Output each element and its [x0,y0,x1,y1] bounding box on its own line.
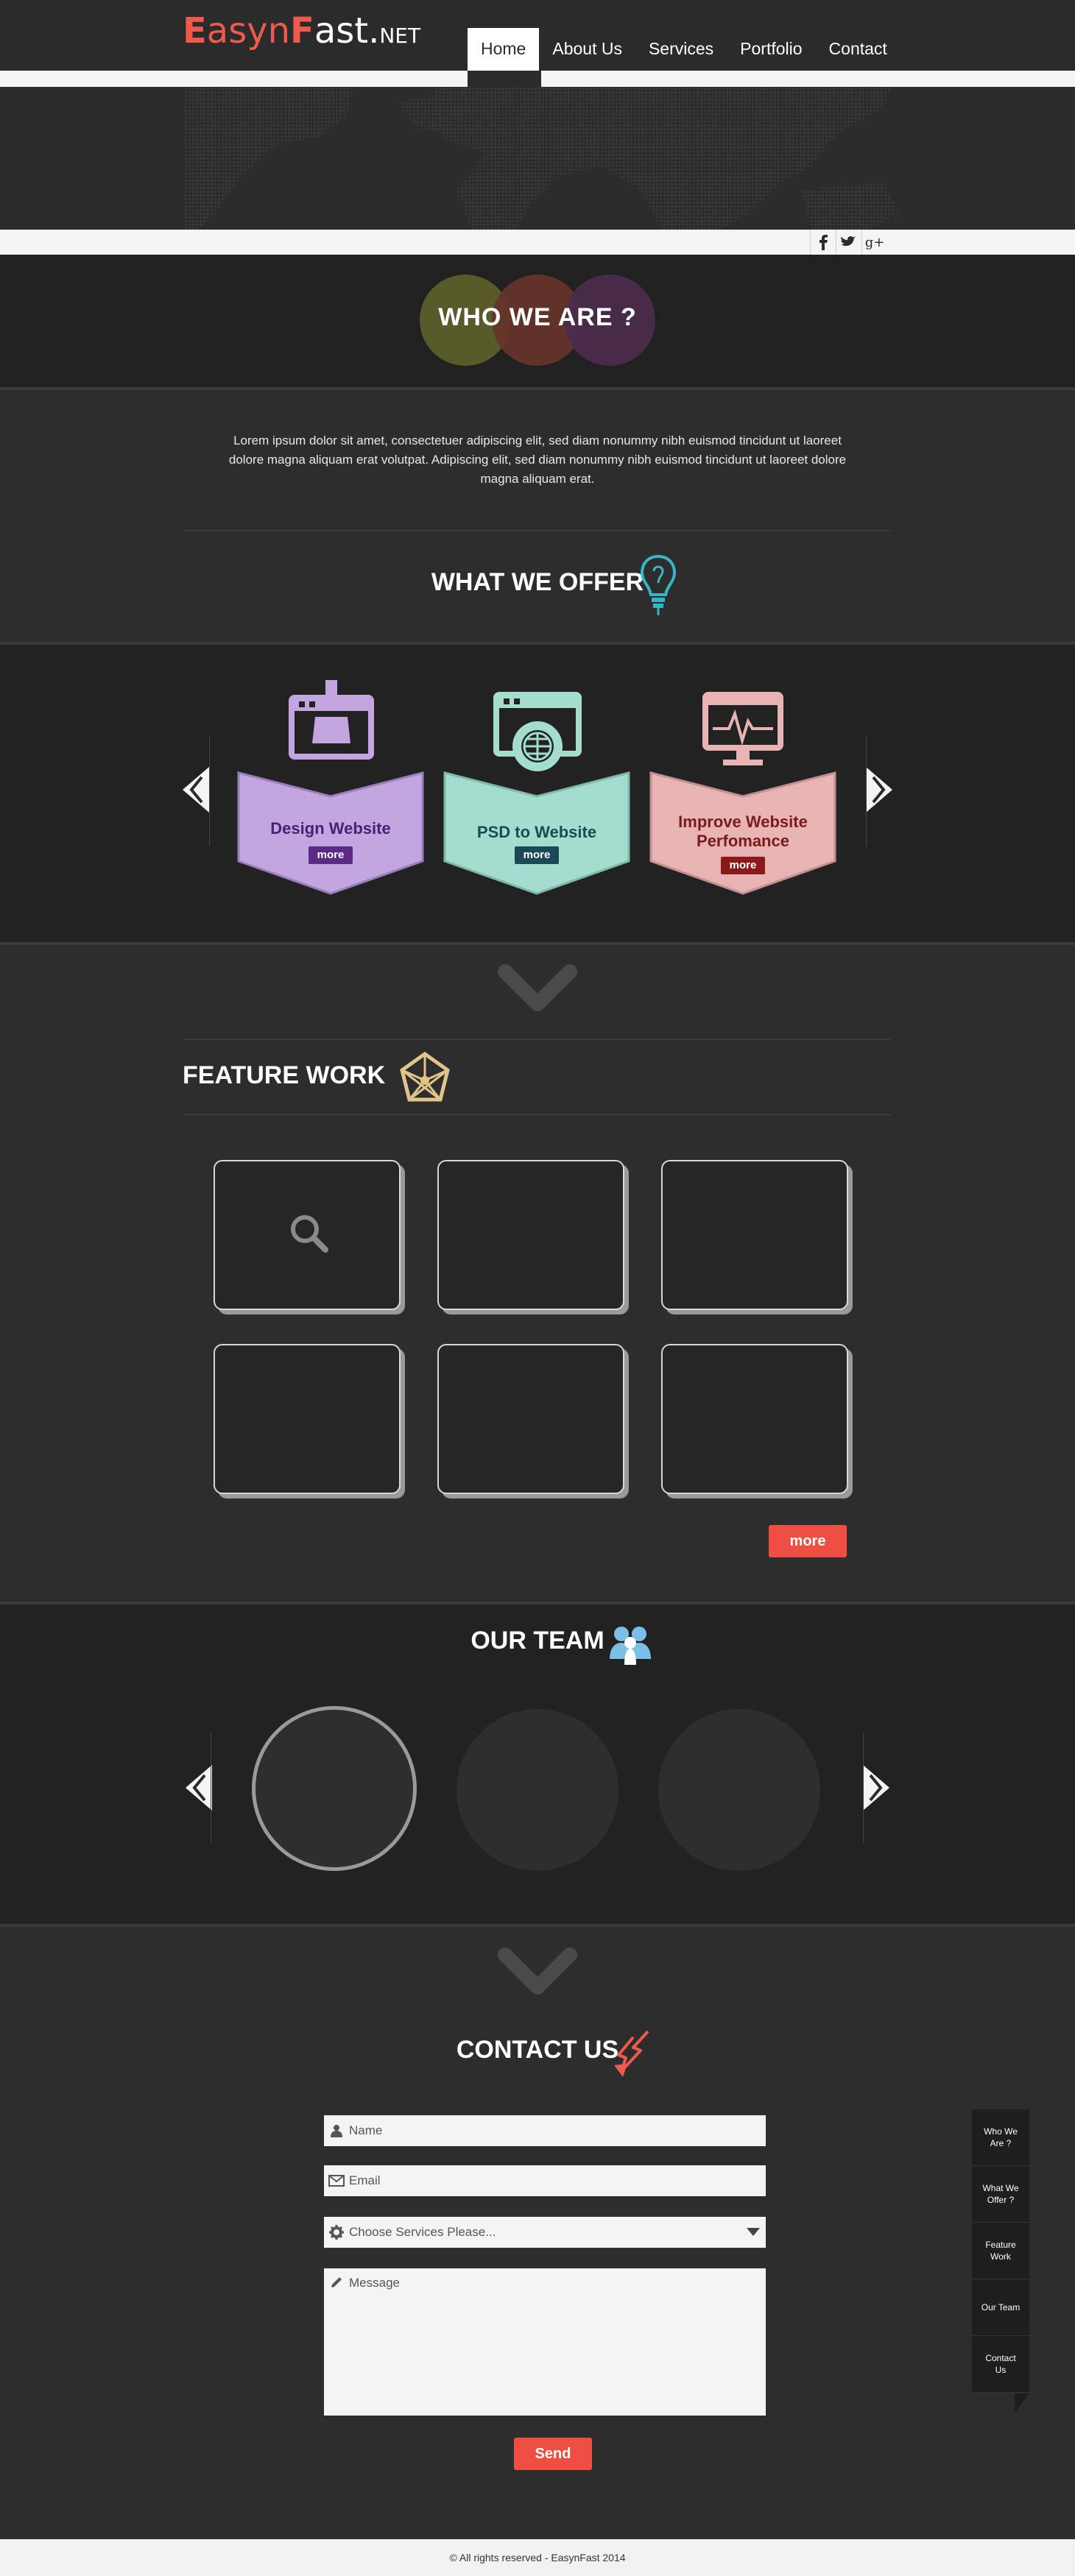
what-we-offer-title: WHAT WE OFFER [0,568,1075,597]
logo-text: ast. [314,10,380,52]
side-section-nav: Who We Are ? What We Offer ? Feature Wor… [972,2109,1029,2393]
side-nav-tail [1015,2393,1029,2413]
work-item[interactable] [214,1344,401,1494]
send-button[interactable]: Send [514,2438,592,2470]
nav-about[interactable]: About Us [539,28,635,69]
scroll-down-chevron-icon[interactable] [498,964,577,1016]
email-placeholder: Email [349,2173,381,2187]
nav-contact[interactable]: Contact [816,28,900,69]
work-item[interactable] [437,1160,624,1310]
arrow-divider [209,736,210,846]
google-plus-glyph: g+ [864,234,885,250]
section-divider [183,530,891,531]
message-placeholder: Message [349,2276,400,2290]
team-prev-arrow[interactable] [186,1765,212,1811]
side-nav-feature-work[interactable]: Feature Work [972,2223,1029,2279]
monitor-pulse-icon [702,692,783,765]
network-polygon-icon [400,1051,450,1102]
brush-browser-icon [289,680,374,760]
improve-performance-more-wrap: more [649,857,836,874]
feature-work-title: FEATURE WORK [183,1061,386,1089]
logo-letter: F [290,10,314,52]
team-member-avatar[interactable] [658,1709,820,1871]
services-placeholder: Choose Services Please... [349,2225,496,2239]
lightbulb-icon [640,554,677,615]
message-textarea[interactable]: Message [324,2268,766,2416]
section-divider [183,1114,891,1115]
world-map-banner [0,87,1075,230]
psd-to-website-more-button[interactable]: more [514,846,560,864]
logo-text: asyn [206,10,291,52]
arrow-divider [863,1733,864,1843]
design-website-more-wrap: more [237,846,424,864]
magnifier-icon [291,1215,328,1253]
nav-portfolio[interactable]: Portfolio [727,28,815,69]
team-member-avatar[interactable] [457,1709,618,1871]
side-nav-contact-us[interactable]: Contact Us [972,2336,1029,2393]
map-bottom-strip [0,230,1075,255]
name-placeholder: Name [349,2123,383,2137]
site-logo[interactable]: EasynFast.NET [183,10,426,57]
offer-next-arrow[interactable] [866,767,892,813]
our-team-title-text: OUR TEAM [470,1627,605,1655]
work-item[interactable] [661,1344,848,1494]
team-people-icon [610,1627,651,1665]
envelope-icon [324,2175,349,2187]
improve-performance-label: Improve Website Perfomance [678,813,808,850]
logo-suffix: NET [379,24,421,48]
arrow-divider [866,736,867,846]
work-item[interactable] [437,1344,624,1494]
side-nav-what-we-offer[interactable]: What We Offer ? [972,2166,1029,2223]
who-we-are-text: Lorem ipsum dolor sit amet, consectetuer… [228,434,847,486]
logo-letter: E [183,10,207,52]
site-footer: © All rights reserved - EasynFast 2014 [0,2539,1075,2576]
world-map-graphic [184,87,898,230]
psd-to-website-label: PSD to Website [476,823,597,841]
email-field[interactable]: Email [324,2165,766,2196]
section-divider [183,1039,891,1040]
twitter-icon[interactable] [836,230,861,255]
user-icon [324,2124,349,2137]
services-select[interactable]: Choose Services Please... [324,2217,766,2248]
contact-us-title: CONTACT US [0,2036,1075,2064]
who-we-are-title: WHO WE ARE ? [438,303,637,331]
name-field[interactable]: Name [324,2115,766,2146]
nav-services[interactable]: Services [635,28,727,69]
design-website-label: Design Website [270,819,391,838]
design-website-more-button[interactable]: more [308,846,353,864]
team-next-arrow[interactable] [863,1765,889,1811]
lightning-icon [614,2030,649,2077]
improve-performance-more-button[interactable]: more [720,857,766,874]
psd-to-website-more-wrap: more [443,846,630,864]
team-member-avatar[interactable] [252,1706,417,1871]
pencil-icon [324,2276,349,2289]
contact-us-title-text: CONTACT US [456,2036,619,2064]
side-nav-who-we-are[interactable]: Who We Are ? [972,2109,1029,2166]
facebook-icon[interactable] [810,230,836,255]
dropdown-triangle-icon[interactable] [741,2228,766,2237]
social-links: g+ [810,230,887,255]
scroll-down-chevron-icon[interactable] [498,1947,577,1999]
what-we-offer-title-text: WHAT WE OFFER [431,568,644,596]
work-item[interactable] [214,1160,401,1310]
work-item[interactable] [661,1160,848,1310]
gear-icon [324,2225,349,2240]
our-team-title: OUR TEAM [0,1627,1075,1655]
offer-prev-arrow[interactable] [183,767,209,813]
globe-browser-icon [493,692,582,771]
feature-more-button[interactable]: more [769,1525,847,1557]
google-plus-icon[interactable]: g+ [861,230,887,255]
side-nav-our-team[interactable]: Our Team [972,2279,1029,2336]
